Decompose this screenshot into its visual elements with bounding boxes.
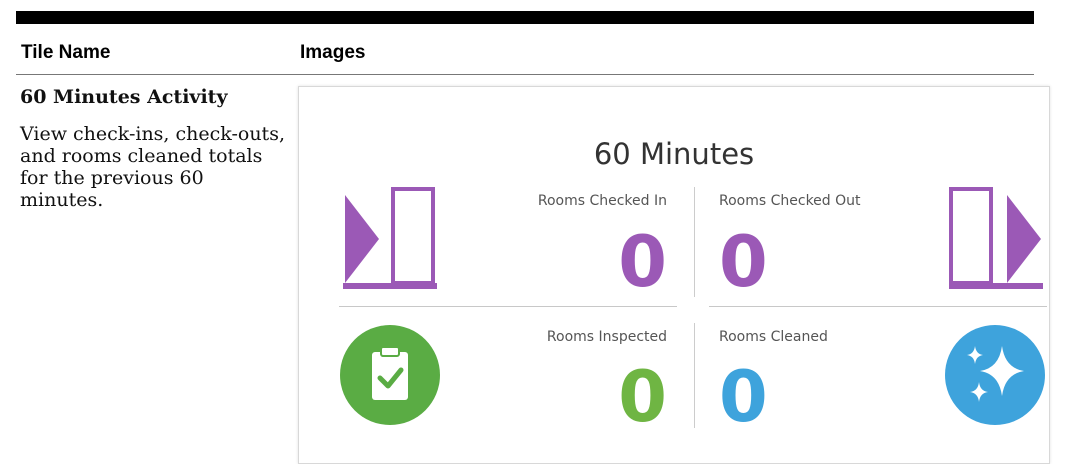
rooms-inspected-value: 0 bbox=[618, 356, 667, 438]
rooms-cleaned-value: 0 bbox=[719, 356, 768, 438]
clipboard-check-icon bbox=[339, 324, 441, 426]
tile-image-60-minutes: 60 Minutes Rooms Checked In 0 Rooms Chec… bbox=[298, 86, 1050, 464]
rooms-cleaned-label: Rooms Cleaned bbox=[719, 329, 828, 345]
tile-description: View check-ins, check-outs, and rooms cl… bbox=[20, 123, 285, 211]
table-top-rule bbox=[16, 11, 1034, 24]
rooms-checked-out-value: 0 bbox=[719, 221, 768, 303]
door-exit-icon bbox=[947, 187, 1043, 291]
rooms-checked-out-label: Rooms Checked Out bbox=[719, 193, 861, 209]
document-page: Tile Name Images 60 Minutes Activity Vie… bbox=[0, 0, 1080, 464]
horizontal-divider-right bbox=[709, 306, 1047, 307]
header-rule bbox=[16, 74, 1034, 75]
tile-title: 60 Minutes bbox=[593, 137, 755, 171]
sparkle-icon bbox=[944, 324, 1046, 426]
horizontal-divider-left bbox=[339, 306, 677, 307]
tile-name: 60 Minutes Activity bbox=[20, 86, 228, 108]
vertical-divider-bottom bbox=[694, 323, 695, 428]
vertical-divider-top bbox=[694, 187, 695, 297]
door-enter-icon bbox=[343, 187, 439, 291]
header-images: Images bbox=[300, 42, 366, 63]
rooms-inspected-label: Rooms Inspected bbox=[546, 329, 667, 345]
rooms-checked-in-label: Rooms Checked In bbox=[537, 193, 667, 209]
header-tile-name: Tile Name bbox=[21, 42, 111, 63]
rooms-checked-in-value: 0 bbox=[618, 221, 667, 303]
